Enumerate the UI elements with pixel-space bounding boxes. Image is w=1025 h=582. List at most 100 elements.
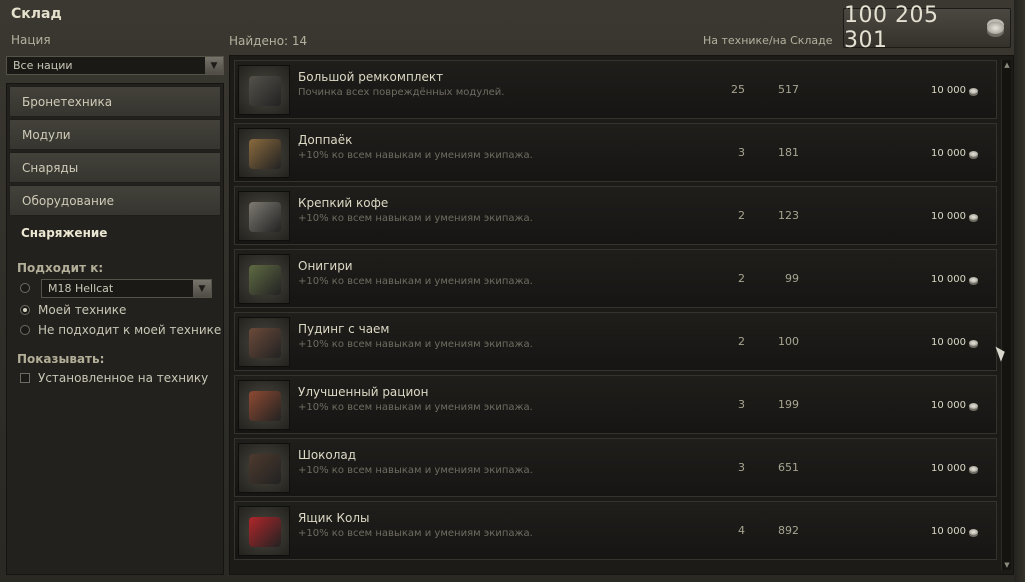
item-price: 10 000 [931,274,978,285]
item-icon [238,191,290,241]
item-price-value: 10 000 [931,85,966,96]
item-price: 10 000 [931,85,978,96]
item-icon [238,506,290,556]
show-label: Показывать: [17,352,105,366]
item-price-value: 10 000 [931,400,966,411]
item-in-store: 892 [778,524,799,537]
credits-icon [969,465,978,472]
item-image-icon [249,328,281,358]
item-row[interactable]: Крепкий кофе +10% ко всем навыкам и умен… [234,186,997,245]
nation-select[interactable]: Все нации ▼ [6,56,224,75]
item-in-store: 123 [778,209,799,222]
item-price: 10 000 [931,148,978,159]
item-icon [238,254,290,304]
item-on-vehicle: 4 [738,524,745,537]
item-image-icon [249,517,281,547]
item-price: 10 000 [931,211,978,222]
item-icon [238,443,290,493]
item-price-value: 10 000 [931,526,966,537]
credits-icon [987,22,1004,34]
credits-icon [969,87,978,94]
column-header-quantity: На технике/на Складе [703,34,833,47]
item-price-value: 10 000 [931,148,966,159]
item-image-icon [249,454,281,484]
credits-icon [969,150,978,157]
item-row[interactable]: Доппаёк +10% ко всем навыкам и умениям э… [234,123,997,182]
item-icon [238,317,290,367]
scroll-down-icon[interactable]: ▼ [1002,560,1012,570]
item-price: 10 000 [931,400,978,411]
item-row[interactable]: Улучшенный рацион +10% ко всем навыкам и… [234,375,997,434]
item-name: Крепкий кофе [298,196,389,210]
item-description: +10% ко всем навыкам и умениям экипажа. [298,150,533,161]
item-on-vehicle: 25 [731,83,745,96]
item-on-vehicle: 2 [738,335,745,348]
item-price: 10 000 [931,526,978,537]
item-row[interactable]: Онигири +10% ко всем навыкам и умениям э… [234,249,997,308]
item-description: +10% ко всем навыкам и умениям экипажа. [298,276,533,287]
credits-icon [969,402,978,409]
item-name: Пудинг с чаем [298,322,390,336]
item-image-icon [249,202,281,232]
item-in-store: 517 [778,83,799,96]
found-count: Найдено: 14 [229,34,308,48]
item-description: Починка всех повреждённых модулей. [298,87,505,98]
window-title: Склад [11,6,62,22]
item-image-icon [249,391,281,421]
sidebar: Бронетехника Модули Снаряды Оборудование… [6,83,224,575]
sidebar-item-equipment[interactable]: Оборудование [9,185,221,216]
credits-value: 100 205 301 [844,3,939,53]
radio-not-fitting-row[interactable]: Не подходит к моей технике [20,322,223,338]
radio-not-fitting-label: Не подходит к моей технике [38,323,222,337]
chevron-down-icon[interactable]: ▼ [193,280,211,297]
checkbox-installed[interactable] [20,373,30,383]
item-list: ▲ ▼ Большой ремкомплект Починка всех пов… [229,55,1014,575]
item-on-vehicle: 2 [738,272,745,285]
item-row[interactable]: Большой ремкомплект Починка всех поврежд… [234,60,997,119]
chevron-down-icon[interactable]: ▼ [205,57,223,74]
credits-balance: 100 205 301 [843,3,1011,53]
item-price: 10 000 [931,337,978,348]
window-edge [1014,0,1025,582]
radio-my-vehicles[interactable] [20,305,30,315]
item-icon [238,65,290,115]
item-row[interactable]: Шоколад +10% ко всем навыкам и умениям э… [234,438,997,497]
credits-icon [969,339,978,346]
radio-my-vehicles-label: Моей технике [38,303,127,317]
item-on-vehicle: 3 [738,398,745,411]
radio-not-fitting[interactable] [20,325,30,335]
credits-icon [969,276,978,283]
item-description: +10% ко всем навыкам и умениям экипажа. [298,213,533,224]
item-price: 10 000 [931,463,978,474]
item-on-vehicle: 2 [738,209,745,222]
item-description: +10% ко всем навыкам и умениям экипажа. [298,528,533,539]
item-in-store: 181 [778,146,799,159]
item-on-vehicle: 3 [738,461,745,474]
credits-icon [969,213,978,220]
item-in-store: 99 [785,272,799,285]
sidebar-item-consumables[interactable]: Снаряжение [9,218,221,249]
sidebar-item-shells[interactable]: Снаряды [9,152,221,183]
radio-vehicle[interactable] [20,282,30,293]
item-name: Шоколад [298,448,357,462]
sidebar-item-modules[interactable]: Модули [9,119,221,150]
radio-my-vehicles-row[interactable]: Моей технике [20,302,223,318]
item-row[interactable]: Пудинг с чаем +10% ко всем навыкам и уме… [234,312,997,371]
item-name: Онигири [298,259,353,273]
item-name: Большой ремкомплект [298,70,444,84]
vehicle-select[interactable]: M18 Hellcat ▼ [41,279,212,298]
item-name: Ящик Колы [298,511,370,525]
scrollbar[interactable]: ▲ ▼ [1001,60,1011,570]
item-icon [238,380,290,430]
item-price-value: 10 000 [931,274,966,285]
nation-select-value: Все нации [13,59,73,72]
item-icon [238,128,290,178]
sidebar-item-vehicles[interactable]: Бронетехника [9,86,221,117]
scroll-up-icon[interactable]: ▲ [1002,60,1012,70]
item-in-store: 651 [778,461,799,474]
item-image-icon [249,139,281,169]
checkbox-installed-row[interactable]: Установленное на технику [20,370,223,386]
item-row[interactable]: Ящик Колы +10% ко всем навыкам и умениям… [234,501,997,560]
warehouse-window: Склад Нация Найдено: 14 На технике/на Ск… [0,0,1025,582]
item-image-icon [249,265,281,295]
